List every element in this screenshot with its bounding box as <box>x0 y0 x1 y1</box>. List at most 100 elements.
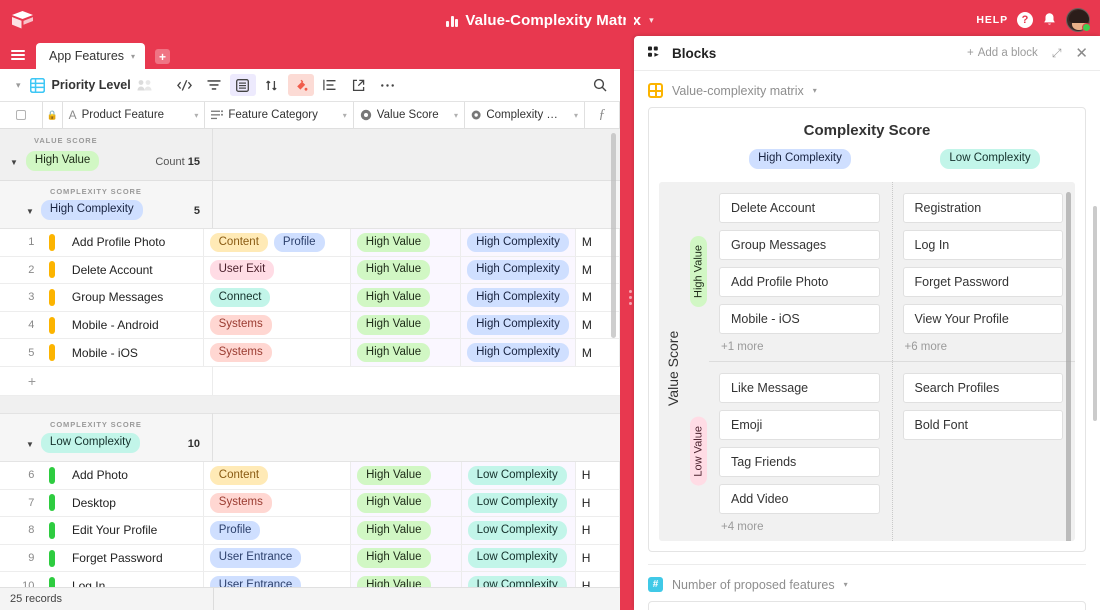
table-row[interactable]: 5 Mobile - iOS Systems High Value High C… <box>0 339 620 367</box>
panel-vertical-scrollbar[interactable] <box>1093 206 1097 421</box>
matrix-record-card[interactable]: View Your Profile <box>903 304 1064 334</box>
table-row[interactable]: 2 Delete Account User Exit High Value Hi… <box>0 257 620 285</box>
cell-complexity-score[interactable]: High Complexity <box>461 284 576 311</box>
cell-formula[interactable]: H <box>576 517 620 544</box>
cell-complexity-score[interactable]: Low Complexity <box>462 490 576 517</box>
cell-complexity-score[interactable]: High Complexity <box>461 229 576 256</box>
sort-icon[interactable] <box>259 74 285 96</box>
collapse-triangle-icon[interactable]: ▼ <box>26 207 34 216</box>
cell-value-score[interactable]: High Value <box>351 462 461 489</box>
cell-feature-category[interactable]: Profile <box>204 517 351 544</box>
cell-value-score[interactable]: High Value <box>351 517 461 544</box>
matrix-record-card[interactable]: Delete Account <box>719 193 880 223</box>
matrix-more-label[interactable]: +4 more <box>719 521 880 533</box>
cell-feature-category[interactable]: Connect <box>204 284 351 311</box>
question-circle-icon[interactable]: ? <box>1017 12 1033 28</box>
row-height-icon[interactable] <box>317 74 343 96</box>
sidebar-toggle-icon[interactable]: ▾ <box>8 80 30 91</box>
matrix-record-card[interactable]: Registration <box>903 193 1064 223</box>
collapse-triangle-icon[interactable]: ▼ <box>10 158 18 167</box>
table-row[interactable]: 8 Edit Your Profile Profile High Value L… <box>0 517 620 545</box>
matrix-record-card[interactable]: Add Profile Photo <box>719 267 880 297</box>
cell-feature-category[interactable]: Systems <box>204 339 351 366</box>
cell-value-score[interactable]: High Value <box>351 545 461 572</box>
table-row[interactable]: 3 Group Messages Connect High Value High… <box>0 284 620 312</box>
cell-complexity-score[interactable]: High Complexity <box>461 339 576 366</box>
chevron-down-icon[interactable]: ▾ <box>649 15 654 26</box>
cell-value-score[interactable]: High Value <box>351 312 461 339</box>
airtable-logo-icon[interactable] <box>0 0 46 40</box>
matrix-record-card[interactable]: Emoji <box>719 410 880 440</box>
bottom-block-title-row[interactable]: # Number of proposed features ▾ <box>634 565 1100 601</box>
cell-product-feature[interactable]: Mobile - Android <box>62 312 204 339</box>
chevron-down-icon[interactable]: ▾ <box>813 86 817 95</box>
group-icon[interactable] <box>230 74 256 96</box>
cell-value-score[interactable]: High Value <box>351 229 461 256</box>
table-row[interactable]: 4 Mobile - Android Systems High Value Hi… <box>0 312 620 340</box>
chevron-down-icon[interactable]: ▾ <box>131 52 135 61</box>
avatar[interactable] <box>1066 8 1090 32</box>
more-options-icon[interactable] <box>375 74 401 96</box>
help-label[interactable]: HELP <box>976 14 1008 26</box>
column-header-value-score[interactable]: Value Score ▾ <box>354 102 465 129</box>
matrix-record-card[interactable]: Add Video <box>719 484 880 514</box>
matrix-record-card[interactable]: Forget Password <box>903 267 1064 297</box>
group-header-high-complexity[interactable]: COMPLEXITY SCORE ▼ High Complexity 5 <box>0 181 620 229</box>
cell-feature-category[interactable]: User Exit <box>204 257 351 284</box>
grid-vertical-scrollbar[interactable] <box>611 133 616 338</box>
block-title-row[interactable]: Value-complexity matrix ▾ <box>634 71 1100 107</box>
collapse-triangle-icon[interactable]: ▼ <box>26 440 34 449</box>
bell-icon[interactable] <box>1042 12 1057 28</box>
cell-value-score[interactable]: High Value <box>351 284 461 311</box>
select-all-checkbox[interactable] <box>0 102 43 129</box>
add-record-row[interactable]: + <box>0 367 620 396</box>
cell-value-score[interactable]: High Value <box>351 257 461 284</box>
cell-product-feature[interactable]: Mobile - iOS <box>62 339 204 366</box>
cell-complexity-score[interactable]: Low Complexity <box>462 545 576 572</box>
table-row[interactable]: 6 Add Photo Content High Value Low Compl… <box>0 462 620 490</box>
filter-icon[interactable] <box>201 74 227 96</box>
matrix-record-card[interactable]: Bold Font <box>903 410 1064 440</box>
hide-fields-icon[interactable] <box>172 74 198 96</box>
cell-value-score[interactable]: High Value <box>351 339 461 366</box>
column-header-complexity-score[interactable]: Complexity Sco... ▾ <box>465 102 585 129</box>
search-icon[interactable] <box>588 78 612 92</box>
cell-product-feature[interactable]: Add Profile Photo <box>62 229 204 256</box>
cell-feature-category[interactable]: Content Profile <box>204 229 351 256</box>
table-row[interactable]: 1 Add Profile Photo Content Profile High… <box>0 229 620 257</box>
matrix-record-card[interactable]: Mobile - iOS <box>719 304 880 334</box>
group-header-low-complexity[interactable]: COMPLEXITY SCORE ▼ Low Complexity 10 <box>0 414 620 462</box>
expand-icon[interactable]: ⤢ <box>1052 46 1062 61</box>
table-row[interactable]: 7 Desktop Systems High Value Low Complex… <box>0 490 620 518</box>
matrix-record-card[interactable]: Tag Friends <box>719 447 880 477</box>
hamburger-menu-icon[interactable] <box>0 40 36 69</box>
color-icon[interactable] <box>288 74 314 96</box>
cell-formula[interactable]: M <box>576 339 620 366</box>
cell-formula[interactable]: H <box>576 545 620 572</box>
chevron-down-icon[interactable]: ▾ <box>568 111 578 120</box>
cell-product-feature[interactable]: Group Messages <box>62 284 204 311</box>
column-header-formula[interactable]: ƒ <box>585 102 620 129</box>
cell-product-feature[interactable]: Forget Password <box>62 545 204 572</box>
cell-product-feature[interactable]: Add Photo <box>62 462 204 489</box>
matrix-more-label[interactable]: +1 more <box>719 341 880 353</box>
cell-feature-category[interactable]: Systems <box>204 312 351 339</box>
collaborators-icon[interactable] <box>137 78 154 93</box>
cell-complexity-score[interactable]: Low Complexity <box>462 517 576 544</box>
share-view-icon[interactable] <box>346 74 372 96</box>
panel-drag-handle[interactable] <box>629 290 632 308</box>
plus-icon[interactable]: + <box>0 373 64 389</box>
cell-feature-category[interactable]: User Entrance <box>204 545 351 572</box>
group-header-high-value[interactable]: VALUE SCORE ▼ High Value Count 15 <box>0 129 620 181</box>
cell-product-feature[interactable]: Delete Account <box>62 257 204 284</box>
cell-complexity-score[interactable]: High Complexity <box>461 257 576 284</box>
close-icon[interactable]: ✕ <box>1075 46 1088 61</box>
cell-complexity-score[interactable]: Low Complexity <box>462 462 576 489</box>
matrix-record-card[interactable]: Like Message <box>719 373 880 403</box>
chevron-down-icon[interactable]: ▾ <box>448 111 458 120</box>
cell-value-score[interactable]: High Value <box>351 490 461 517</box>
cell-formula[interactable]: H <box>576 490 620 517</box>
cell-product-feature[interactable]: Edit Your Profile <box>62 517 204 544</box>
chevron-down-icon[interactable]: ▾ <box>844 580 848 589</box>
cell-formula[interactable]: H <box>576 462 620 489</box>
